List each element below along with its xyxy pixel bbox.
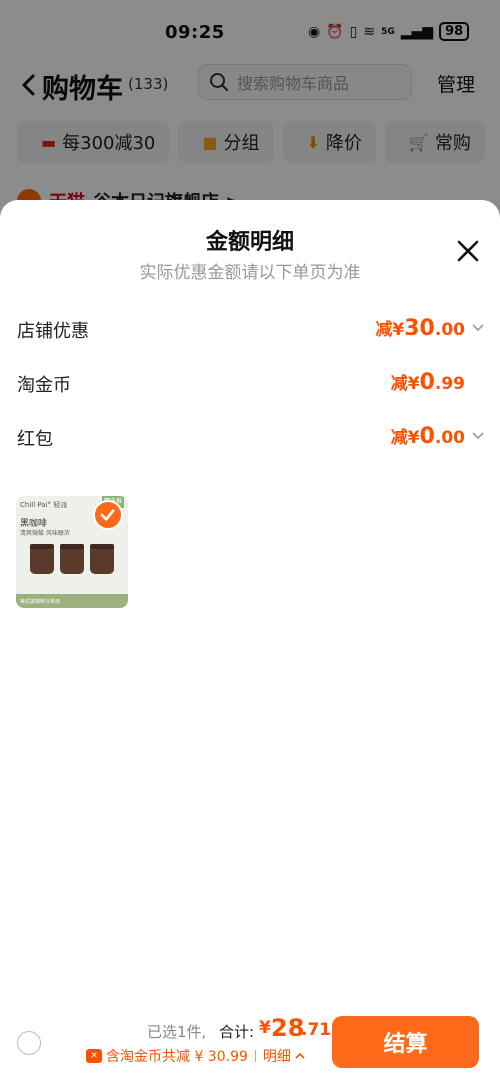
detail-toggle[interactable]: 明细: [263, 1046, 306, 1066]
product-desc: 清爽微酸 风味醇浓: [20, 530, 70, 537]
checkout-bar: 已选1件, 合计: ¥ 28 .71 ✕ 含淘金币共减 ¥ 30.99 明细 结…: [0, 1005, 500, 1085]
discount-text: 含淘金币共减 ¥ 30.99: [106, 1049, 248, 1065]
checkout-button[interactable]: 结算: [332, 1016, 479, 1068]
product-thumbnail[interactable]: Chill Pai° 轻派 精选推荐 黑咖啡 清爽微酸 风味醇浓 美式黑咖啡冷萃…: [16, 496, 128, 608]
row-amount: 减¥ 0 .00: [390, 424, 465, 449]
chevron-down-icon[interactable]: [471, 429, 485, 443]
row-label: 红包: [17, 429, 53, 450]
sheet-subtitle: 实际优惠金额请以下单页为准: [139, 263, 361, 283]
dim-overlay[interactable]: [0, 0, 500, 230]
checkmark-icon: [93, 500, 123, 530]
sheet-title: 金额明细: [205, 230, 294, 255]
discount-summary: ✕ 含淘金币共减 ¥ 30.99 明细: [86, 1046, 306, 1066]
detail-label: 明细: [262, 1049, 291, 1065]
close-icon[interactable]: [455, 238, 481, 264]
chevron-up-icon: [295, 1052, 305, 1059]
coupon-icon: ✕: [86, 1049, 102, 1063]
total-integer: 28: [271, 1014, 305, 1042]
select-all-checkbox[interactable]: [17, 1031, 41, 1055]
coffee-cup-image: [60, 544, 84, 574]
chevron-down-icon[interactable]: [471, 321, 485, 335]
total-currency: ¥: [259, 1018, 271, 1038]
product-brand: Chill Pai° 轻派: [20, 501, 68, 509]
row-label: 店铺优惠: [17, 321, 89, 342]
selected-count: 已选1件,: [147, 1023, 207, 1041]
row-amount: 减¥ 30 .00: [375, 316, 465, 341]
amount-detail-sheet: 金额明细 实际优惠金额请以下单页为准 店铺优惠 减¥ 30 .00 淘金币 减¥…: [0, 200, 500, 1085]
total-label: 合计:: [219, 1023, 255, 1041]
row-taojinbi: 淘金币 减¥ 0 .99: [17, 369, 487, 399]
total-decimal: .71: [301, 1020, 332, 1040]
row-shop-discount[interactable]: 店铺优惠 减¥ 30 .00: [17, 315, 487, 345]
coffee-cup-image: [30, 544, 54, 574]
row-amount: 减¥ 0 .99: [390, 370, 465, 395]
coffee-cup-image: [90, 544, 114, 574]
row-label: 淘金币: [17, 375, 71, 396]
divider: [254, 1050, 256, 1062]
product-footer: 美式黑咖啡冷萃液: [20, 599, 61, 605]
row-red-packet[interactable]: 红包 减¥ 0 .00: [17, 423, 487, 453]
